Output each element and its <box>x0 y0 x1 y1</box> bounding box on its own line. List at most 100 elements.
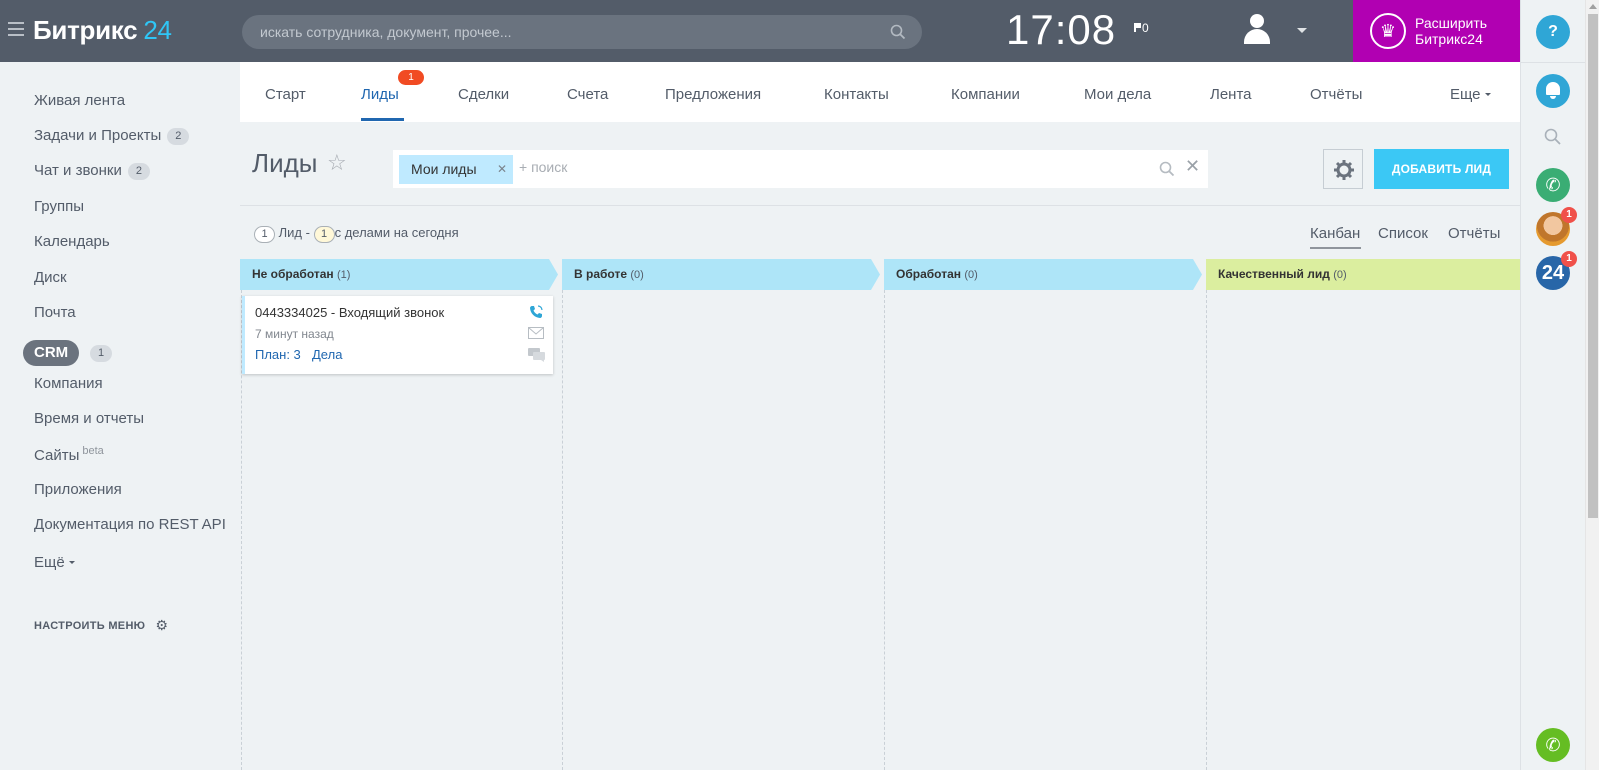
tab-deals[interactable]: Сделки <box>458 86 509 103</box>
chevron-down-icon <box>68 561 75 564</box>
help-button[interactable]: ? <box>1536 15 1570 49</box>
tab-quotes[interactable]: Предложения <box>665 86 761 103</box>
add-lead-button[interactable]: ДОБАВИТЬ ЛИД <box>1374 149 1509 189</box>
today-count-badge[interactable]: 1 <box>313 226 335 243</box>
crm-count: 1 <box>90 345 113 362</box>
sidebar-item-groups[interactable]: Группы <box>34 198 84 215</box>
scrollbar-thumb[interactable] <box>1588 14 1598 518</box>
tab-invoices[interactable]: Счета <box>567 86 608 103</box>
sidebar-item-more[interactable]: Ещё <box>34 554 75 571</box>
tab-more[interactable]: Еще <box>1450 86 1491 103</box>
view-list[interactable]: Список <box>1378 225 1428 242</box>
tab-contacts[interactable]: Контакты <box>824 86 889 103</box>
chat-icon[interactable] <box>528 348 546 362</box>
filter-chip[interactable]: Мои лиды ✕ <box>399 155 513 184</box>
leads-badge: 1 <box>398 70 424 85</box>
sidebar-item-mail[interactable]: Почта <box>34 304 76 321</box>
sidebar-item-apps[interactable]: Приложения <box>34 481 122 498</box>
clear-icon[interactable]: ✕ <box>1185 156 1200 177</box>
view-kanban[interactable]: Канбан <box>1310 225 1360 242</box>
menu-icon[interactable] <box>8 22 24 36</box>
sidebar-item-sites[interactable]: Сайты beta <box>34 445 104 464</box>
search-icon[interactable] <box>1159 161 1175 177</box>
search-icon[interactable] <box>1544 128 1562 146</box>
filter-chip-label: Мои лиды <box>411 161 477 177</box>
column-divider <box>884 290 885 770</box>
phone-icon[interactable] <box>528 304 544 320</box>
leads-count-label: Лид - <box>278 225 310 240</box>
left-sidebar: Живая лента Задачи и Проекты 2 Чат и звон… <box>0 62 240 770</box>
sidebar-item-live-feed[interactable]: Живая лента <box>34 92 125 109</box>
view-reports[interactable]: Отчёты <box>1448 225 1500 242</box>
clock[interactable]: 17:08 <box>1006 6 1116 54</box>
crown-icon: ♛ <box>1370 13 1406 49</box>
filter-bar[interactable]: Мои лиды ✕ + поиск ✕ <box>393 150 1208 188</box>
filter-search-input[interactable]: + поиск <box>519 159 567 175</box>
notifications-bell-icon[interactable] <box>1536 74 1570 108</box>
column-count: (0) <box>964 269 978 281</box>
top-header: Битрикс24 17:08 0 ♛ РасширитьБитрикс24 <box>0 0 1520 62</box>
lead-time: 7 минут назад <box>255 327 334 341</box>
tasks-count: 2 <box>167 128 190 145</box>
lead-activities-link[interactable]: Дела <box>312 347 342 362</box>
gear-icon: ⚙ <box>155 617 169 633</box>
column-count: (0) <box>1333 269 1347 281</box>
crm-tabs: Старт Лиды 1 Сделки Счета Предложения Ко… <box>240 62 1520 122</box>
upgrade-label: Расширить Битрикс24 <box>1415 15 1488 47</box>
sidebar-item-crm[interactable]: CRM <box>23 340 80 366</box>
telephony-icon[interactable]: ✆ <box>1536 168 1570 202</box>
flag-counter[interactable]: 0 <box>1134 21 1149 35</box>
kanban-column-header[interactable]: Не обработан (1) <box>240 259 558 290</box>
right-panel: ? ✆ 1 24 1 ✆ <box>1520 0 1585 770</box>
logo[interactable]: Битрикс 24 <box>33 15 172 46</box>
tab-start[interactable]: Старт <box>265 86 306 103</box>
sidebar-item-tasks[interactable]: Задачи и Проекты 2 <box>34 127 190 145</box>
settings-button[interactable] <box>1323 149 1363 189</box>
kanban-column-header[interactable]: В работе (0) <box>562 259 880 290</box>
tab-my-activities[interactable]: Мои дела <box>1084 86 1151 103</box>
right-panel-divider <box>1521 62 1585 63</box>
column-title: Обработан <box>896 267 961 281</box>
star-icon[interactable]: ☆ <box>327 150 347 176</box>
global-search-input[interactable] <box>260 15 860 49</box>
avatar-badge: 1 <box>1561 207 1577 223</box>
column-divider <box>1206 290 1207 770</box>
kanban-column-header[interactable]: Обработан (0) <box>884 259 1202 290</box>
call-icon[interactable]: ✆ <box>1536 728 1570 762</box>
column-divider <box>562 290 563 770</box>
sidebar-item-company[interactable]: Компания <box>34 375 103 392</box>
sidebar-item-calendar[interactable]: Календарь <box>34 233 110 250</box>
gear-icon <box>1334 160 1354 180</box>
tab-leads[interactable]: Лиды <box>361 86 399 103</box>
sidebar-item-time-reports[interactable]: Время и отчеты <box>34 410 144 427</box>
lead-card[interactable]: 0443334025 - Входящий звонок 7 минут наз… <box>242 296 553 374</box>
bitrix24-badge: 1 <box>1561 251 1577 267</box>
lead-stats: 1 Лид - 1с делами на сегодня <box>254 225 459 243</box>
active-view-underline <box>1310 247 1361 249</box>
configure-menu-button[interactable]: НАСТРОИТЬ МЕНЮ ⚙ <box>34 617 168 634</box>
lead-plan-link[interactable]: План: 3 <box>255 347 301 362</box>
user-avatar-icon[interactable] <box>1244 14 1270 44</box>
tab-reports[interactable]: Отчёты <box>1310 86 1362 103</box>
flag-icon <box>1134 23 1141 32</box>
logo-name: Битрикс <box>33 15 138 45</box>
beta-label: beta <box>82 445 104 457</box>
global-search <box>242 15 922 49</box>
page-title: Лиды <box>252 148 318 178</box>
lead-title[interactable]: 0443334025 - Входящий звонок <box>255 305 444 320</box>
tab-companies[interactable]: Компании <box>951 86 1020 103</box>
mail-icon[interactable] <box>528 327 544 339</box>
scroll-up-arrow[interactable] <box>1589 4 1597 9</box>
leads-count-badge[interactable]: 1 <box>254 226 275 243</box>
chevron-down-icon[interactable] <box>1297 28 1307 33</box>
column-title: Качественный лид <box>1218 267 1330 281</box>
scrollbar[interactable] <box>1585 0 1599 770</box>
sidebar-item-rest-api[interactable]: Документация по REST API <box>34 516 226 533</box>
sidebar-item-disk[interactable]: Диск <box>34 269 67 286</box>
close-icon[interactable]: ✕ <box>497 162 507 176</box>
sidebar-item-chat[interactable]: Чат и звонки 2 <box>34 162 150 180</box>
kanban-column-header[interactable]: Качественный лид (0) <box>1206 259 1520 290</box>
tab-feed[interactable]: Лента <box>1210 86 1252 103</box>
search-icon[interactable] <box>890 24 906 40</box>
upgrade-button[interactable]: ♛ Расширить Битрикс24 <box>1353 0 1520 62</box>
